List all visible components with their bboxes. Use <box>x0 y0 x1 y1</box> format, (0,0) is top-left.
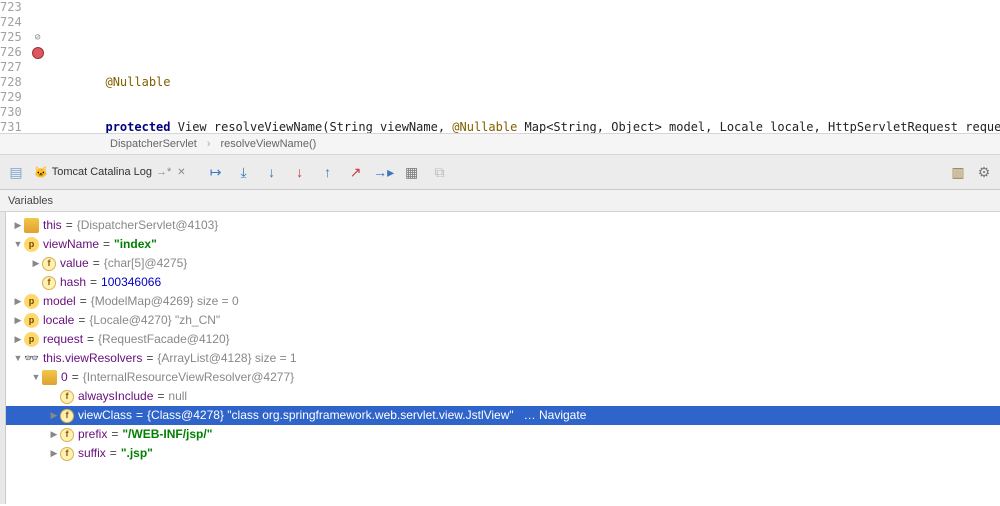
variable-row-hash[interactable]: ▶ f hash=100346066 <box>6 273 1000 292</box>
expand-toggle[interactable]: ▶ <box>48 444 60 463</box>
drop-frame-icon[interactable]: ↗ <box>348 164 364 180</box>
line-number: 723 <box>0 0 22 15</box>
navigate-link[interactable]: … Navigate <box>524 406 587 425</box>
variable-row-viewclass-selected[interactable]: ▶ f viewClass={Class@4278} "class org.sp… <box>6 406 1000 425</box>
variable-row-model[interactable]: ▶ p model={ModelMap@4269} size = 0 <box>6 292 1000 311</box>
variable-row-locale[interactable]: ▶ p locale={Locale@4270} "zh_CN" <box>6 311 1000 330</box>
line-number: 725 <box>0 30 22 45</box>
debugger-tab-icon[interactable]: ▤ <box>8 164 24 180</box>
code-line: @Nullable <box>48 75 1000 90</box>
parameter-icon: p <box>24 313 39 328</box>
variable-row-alwaysinclude[interactable]: ▶ f alwaysInclude=null <box>6 387 1000 406</box>
parameter-icon: p <box>24 294 39 309</box>
log-tab-label: Tomcat Catalina Log <box>52 166 152 178</box>
collapse-toggle[interactable]: ▼ <box>30 368 42 387</box>
variables-title: Variables <box>8 195 53 207</box>
variable-row-index0[interactable]: ▼ 0={InternalResourceViewResolver@4277} <box>6 368 1000 387</box>
breadcrumb-method[interactable]: resolveViewName() <box>221 138 317 150</box>
expand-toggle[interactable]: ▶ <box>12 216 24 235</box>
trace-current-stream-chain-icon[interactable]: ⧉ <box>432 164 448 180</box>
line-number: 728 <box>0 75 22 90</box>
line-number: 727 <box>0 60 22 75</box>
variable-row-request[interactable]: ▶ p request={RequestFacade@4120} <box>6 330 1000 349</box>
code-editor[interactable]: 723 724 725 726 727 728 729 730 731 ⊘ @N… <box>0 0 1000 133</box>
expand-toggle[interactable]: ▶ <box>12 330 24 349</box>
object-icon <box>24 218 39 233</box>
variable-row-this[interactable]: ▶ this={DispatcherServlet@4103} <box>6 216 1000 235</box>
variables-panel-header: Variables <box>0 190 1000 212</box>
tomcat-icon: 🐱 <box>34 166 48 179</box>
variables-tree[interactable]: ▶ this={DispatcherServlet@4103} ▼ p view… <box>6 212 1000 504</box>
field-icon: f <box>42 257 56 271</box>
expand-toggle[interactable]: ▶ <box>48 425 60 444</box>
parameter-icon: p <box>24 237 39 252</box>
restore-layout-icon[interactable]: ▥ <box>950 164 966 180</box>
evaluate-expression-icon[interactable]: ▦ <box>404 164 420 180</box>
variable-row-prefix[interactable]: ▶ f prefix="/WEB-INF/jsp/" <box>6 425 1000 444</box>
breakpoint-icon[interactable] <box>32 47 44 59</box>
step-over-icon[interactable]: ⤓ <box>236 164 252 180</box>
close-icon[interactable]: ✕ <box>177 167 185 178</box>
code-area[interactable]: @Nullable protected View resolveViewName… <box>44 0 1000 133</box>
variable-row-viewname[interactable]: ▼ p viewName="index" <box>6 235 1000 254</box>
step-into-icon[interactable]: ↓ <box>264 164 280 180</box>
field-icon: f <box>60 390 74 404</box>
log-tab-suffix: →* <box>156 166 171 178</box>
watch-glasses-icon: 👓 <box>24 349 39 368</box>
log-tab[interactable]: 🐱 Tomcat Catalina Log →* ✕ <box>28 164 192 181</box>
line-number-gutter: 723 724 725 726 727 728 729 730 731 <box>0 0 32 133</box>
breadcrumb: DispatcherServlet › resolveViewName() <box>0 133 1000 155</box>
settings-gear-icon[interactable]: ⚙ <box>976 164 992 180</box>
code-line <box>48 30 1000 45</box>
line-number: 730 <box>0 105 22 120</box>
expand-toggle[interactable]: ▶ <box>12 311 24 330</box>
line-number: 731 <box>0 120 22 133</box>
debug-toolbar: ▤ 🐱 Tomcat Catalina Log →* ✕ ↦ ⤓ ↓ ↓ ↑ ↗… <box>0 155 1000 190</box>
expand-toggle[interactable]: ▶ <box>12 292 24 311</box>
variable-row-viewresolvers[interactable]: ▼ 👓 this.viewResolvers={ArrayList@4128} … <box>6 349 1000 368</box>
field-icon: f <box>60 428 74 442</box>
object-icon <box>42 370 57 385</box>
chevron-right-icon: › <box>207 138 211 150</box>
step-out-icon[interactable]: ↑ <box>320 164 336 180</box>
expand-toggle[interactable]: ▶ <box>48 406 60 425</box>
gutter-icons: ⊘ <box>32 0 44 133</box>
field-icon: f <box>60 409 74 423</box>
collapse-toggle[interactable]: ▼ <box>12 235 24 254</box>
override-icon[interactable]: ⊘ <box>35 30 41 45</box>
parameter-icon: p <box>24 332 39 347</box>
variable-row-suffix[interactable]: ▶ f suffix=".jsp" <box>6 444 1000 463</box>
show-execution-point-icon[interactable]: ↦ <box>208 164 224 180</box>
code-line: protected View resolveViewName(String vi… <box>48 120 1000 133</box>
field-icon: f <box>42 276 56 290</box>
field-icon: f <box>60 447 74 461</box>
line-number: 726 <box>0 45 22 60</box>
collapse-toggle[interactable]: ▼ <box>12 349 24 368</box>
line-number: 729 <box>0 90 22 105</box>
line-number: 724 <box>0 15 22 30</box>
force-step-into-icon[interactable]: ↓ <box>292 164 308 180</box>
run-to-cursor-icon[interactable]: →▸ <box>376 164 392 180</box>
expand-toggle[interactable]: ▶ <box>30 254 42 273</box>
breadcrumb-class[interactable]: DispatcherServlet <box>110 138 197 150</box>
variable-row-value[interactable]: ▶ f value={char[5]@4275} <box>6 254 1000 273</box>
